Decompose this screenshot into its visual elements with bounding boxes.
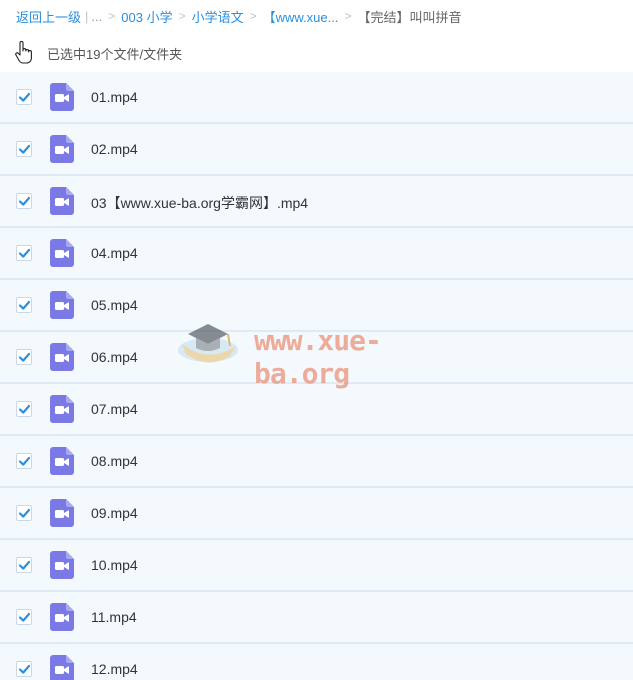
video-file-icon <box>50 135 74 163</box>
file-name[interactable]: 07.mp4 <box>91 401 138 417</box>
file-row[interactable]: 06.mp4 <box>0 332 633 384</box>
checkmark-icon <box>18 352 31 362</box>
file-checkbox[interactable] <box>16 453 32 469</box>
selection-bar: 已选中19个文件/文件夹 <box>0 38 633 68</box>
file-name[interactable]: 06.mp4 <box>91 349 138 365</box>
file-checkbox[interactable] <box>16 609 32 625</box>
hand-cursor-icon <box>15 41 32 64</box>
file-checkbox[interactable] <box>16 245 32 261</box>
file-row[interactable]: 07.mp4 <box>0 384 633 436</box>
video-file-icon <box>50 499 74 527</box>
file-row[interactable]: 04.mp4 <box>0 228 633 280</box>
file-checkbox[interactable] <box>16 297 32 313</box>
file-name[interactable]: 03【www.xue-ba.org学霸网】.mp4 <box>91 193 308 213</box>
checkmark-icon <box>18 612 31 622</box>
breadcrumb-current: 【完结】叫叫拼音 <box>357 9 462 25</box>
selection-count: 已选中19个文件/文件夹 <box>47 46 183 62</box>
video-file-icon <box>50 551 74 579</box>
file-name[interactable]: 04.mp4 <box>91 245 138 261</box>
file-row[interactable]: 08.mp4 <box>0 436 633 488</box>
file-row[interactable]: 09.mp4 <box>0 488 633 540</box>
breadcrumb-item-chinese[interactable]: 小学语文 <box>192 7 244 26</box>
file-name[interactable]: 05.mp4 <box>91 297 138 313</box>
breadcrumb-separator: > <box>249 9 257 23</box>
checkmark-icon <box>18 144 31 154</box>
breadcrumb-item-xueba[interactable]: 【www.xue... <box>263 7 339 26</box>
video-file-icon <box>50 655 74 680</box>
file-row[interactable]: 12.mp4 <box>0 644 633 680</box>
breadcrumb-separator: > <box>178 9 186 23</box>
checkmark-icon <box>18 456 31 466</box>
file-checkbox[interactable] <box>16 505 32 521</box>
file-row[interactable]: 02.mp4 <box>0 124 633 176</box>
file-name[interactable]: 09.mp4 <box>91 505 138 521</box>
checkmark-icon <box>18 196 31 206</box>
breadcrumb-item-003[interactable]: 003 小学 <box>121 7 172 26</box>
video-file-icon <box>50 291 74 319</box>
file-row[interactable]: 10.mp4 <box>0 540 633 592</box>
breadcrumb-separator: > <box>108 9 116 23</box>
checkmark-icon <box>18 404 31 414</box>
breadcrumb-separator: > <box>344 9 352 23</box>
video-file-icon <box>50 83 74 111</box>
checkmark-icon <box>18 300 31 310</box>
video-file-icon <box>50 239 74 267</box>
checkmark-icon <box>18 248 31 258</box>
video-file-icon <box>50 395 74 423</box>
back-link[interactable]: 返回上一级 <box>16 7 81 26</box>
video-file-icon <box>50 343 74 371</box>
checkmark-icon <box>18 92 31 102</box>
breadcrumb: 返回上一级 | ... > 003 小学 > 小学语文 > 【www.xue..… <box>16 6 462 26</box>
file-row[interactable]: 11.mp4 <box>0 592 633 644</box>
video-file-icon <box>50 447 74 475</box>
file-name[interactable]: 10.mp4 <box>91 557 138 573</box>
file-checkbox[interactable] <box>16 401 32 417</box>
file-list: 01.mp4 02.mp4 03【www.xue-ba.org学霸网】.mp4 04.… <box>0 72 633 680</box>
file-row[interactable]: 05.mp4 <box>0 280 633 332</box>
file-checkbox[interactable] <box>16 661 32 677</box>
video-file-icon <box>50 603 74 631</box>
video-file-icon <box>50 187 74 215</box>
file-row[interactable]: 01.mp4 <box>0 72 633 124</box>
breadcrumb-divider: | <box>85 8 89 24</box>
file-name[interactable]: 12.mp4 <box>91 661 138 677</box>
checkmark-icon <box>18 560 31 570</box>
file-name[interactable]: 01.mp4 <box>91 89 138 105</box>
file-row[interactable]: 03【www.xue-ba.org学霸网】.mp4 <box>0 176 633 228</box>
file-checkbox[interactable] <box>16 193 32 209</box>
file-checkbox[interactable] <box>16 89 32 105</box>
file-checkbox[interactable] <box>16 349 32 365</box>
file-name[interactable]: 08.mp4 <box>91 453 138 469</box>
file-browser: 返回上一级 | ... > 003 小学 > 小学语文 > 【www.xue..… <box>0 0 633 680</box>
checkmark-icon <box>18 664 31 674</box>
file-name[interactable]: 02.mp4 <box>91 141 138 157</box>
breadcrumb-ellipsis[interactable]: ... <box>91 9 102 24</box>
checkmark-icon <box>18 508 31 518</box>
file-checkbox[interactable] <box>16 557 32 573</box>
file-name[interactable]: 11.mp4 <box>91 609 137 625</box>
file-checkbox[interactable] <box>16 141 32 157</box>
